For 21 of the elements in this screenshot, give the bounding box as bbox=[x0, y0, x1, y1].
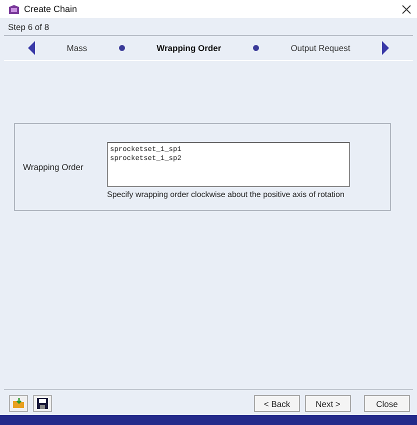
open-folder-button[interactable] bbox=[9, 395, 28, 412]
hint-text: Specify wrapping order clockwise about the positive axis of rotation bbox=[107, 190, 346, 198]
step-dot-icon bbox=[118, 45, 125, 51]
step-label[interactable]: Wrapping Order bbox=[156, 43, 222, 53]
field-label: Wrapping Order bbox=[23, 162, 84, 172]
app-icon bbox=[8, 4, 20, 14]
step-indicator: Step 6 of 8 bbox=[8, 22, 50, 32]
right-triangle-icon bbox=[382, 41, 389, 55]
previous-step-button[interactable] bbox=[28, 41, 35, 55]
dialog-button[interactable]: Close bbox=[364, 395, 410, 412]
dialog-button[interactable]: Next > bbox=[305, 395, 351, 412]
save-button[interactable] bbox=[33, 395, 52, 412]
left-triangle-icon bbox=[28, 41, 35, 55]
window-title: Create Chain bbox=[24, 4, 78, 14]
step-label[interactable]: Mass bbox=[66, 43, 88, 53]
dialog-button[interactable]: < Back bbox=[254, 395, 300, 412]
step-label[interactable]: Output Request bbox=[290, 43, 350, 53]
close-icon[interactable] bbox=[402, 4, 411, 14]
step-dot-icon bbox=[252, 45, 259, 51]
folder-icon bbox=[12, 398, 24, 409]
next-step-button[interactable] bbox=[382, 41, 389, 55]
